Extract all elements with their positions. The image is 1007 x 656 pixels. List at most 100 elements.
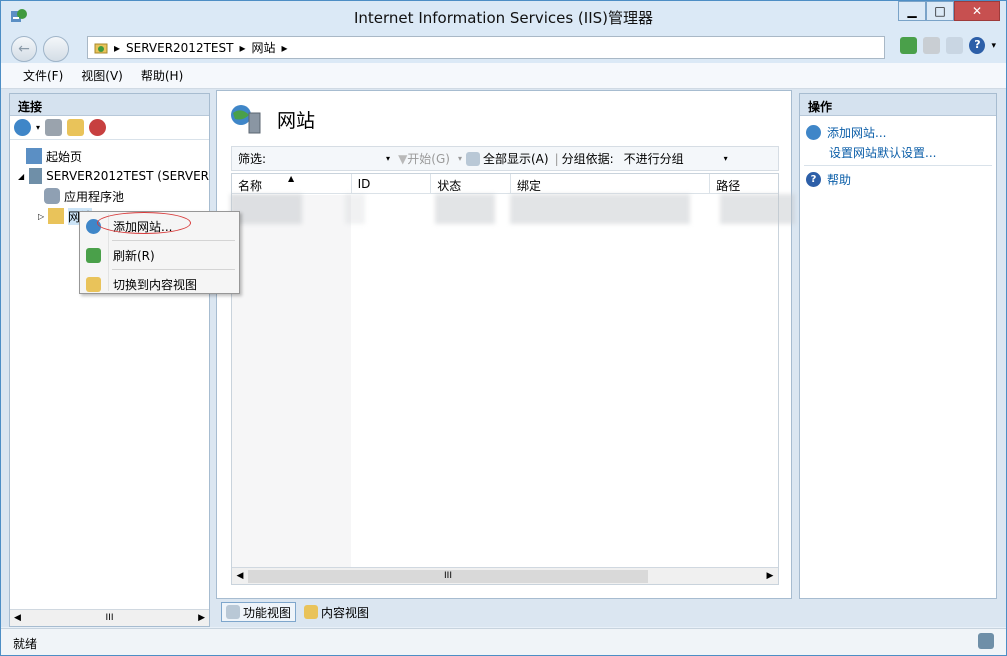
show-all-icon [465, 151, 480, 166]
breadcrumb-separator: ▸ [281, 40, 288, 55]
highlight-annotation [97, 212, 191, 234]
connections-toolbar: ▾ [10, 116, 209, 140]
start-page-icon [26, 148, 42, 164]
server-status-icon [978, 633, 994, 649]
context-menu-switch-content-view[interactable]: 切换到内容视图 [80, 271, 239, 297]
sites-table: 名称 ▲ ID 状态 绑定 路径 ◀ III ▶ [231, 173, 779, 585]
content-view-icon [86, 276, 101, 292]
tree-item-label: SERVER2012TEST (SERVER [46, 169, 209, 183]
tab-features-view[interactable]: 功能视图 [221, 602, 297, 622]
add-site-action[interactable]: 添加网站... [800, 122, 996, 142]
tree-item-label: 起始页 [46, 149, 83, 164]
column-header-id[interactable]: ID [352, 174, 432, 193]
sites-folder-icon [94, 43, 108, 53]
breadcrumb[interactable]: ▸ SERVER2012TEST ▸ 网站 ▸ [87, 36, 885, 59]
funnel-icon: ▼ [398, 151, 408, 166]
group-by-select[interactable]: 不进行分组 [624, 150, 724, 167]
help-icon: ? [806, 171, 821, 187]
column-header-status[interactable]: 状态 [431, 174, 511, 193]
scroll-left-icon[interactable]: ◀ [14, 613, 21, 623]
close-button[interactable]: ✕ [954, 1, 1000, 21]
status-bar: 就绪 [1, 628, 1006, 655]
scroll-right-icon[interactable]: ▶ [762, 571, 778, 581]
scroll-left-icon[interactable]: ◀ [232, 571, 248, 581]
breadcrumb-server[interactable]: SERVER2012TEST [126, 41, 233, 55]
scroll-right-icon[interactable]: ▶ [198, 613, 205, 623]
filter-bar: 筛选: ▾ ▼ 开始(G) ▾ 全部显示(A) | 分组依据: 不进行分组 ▾ [231, 146, 779, 171]
filter-label: 筛选: [238, 152, 267, 166]
breadcrumb-separator: ▸ [114, 40, 121, 55]
sort-ascending-icon: ▲ [288, 174, 295, 183]
sites-globe-icon [231, 105, 261, 134]
actions-divider [804, 165, 992, 166]
start-filter-button[interactable]: 开始(G) [407, 150, 450, 167]
chevron-down-icon[interactable]: ▾ [724, 154, 728, 163]
refresh-icon [86, 247, 101, 263]
chevron-down-icon[interactable]: ▾ [991, 41, 996, 51]
menu-view[interactable]: 视图(V) [81, 67, 123, 84]
connections-scrollbar[interactable]: ◀ III ▶ [10, 609, 209, 626]
tree-item-start-page[interactable]: 起始页 [18, 146, 209, 166]
connect-globe-icon[interactable] [14, 119, 31, 136]
toolbar-divider: | [554, 151, 559, 166]
tree-item-server[interactable]: ◢ SERVER2012TEST (SERVER [18, 166, 209, 186]
table-row[interactable] [230, 194, 795, 228]
collapsed-arrow-icon[interactable]: ▷ [38, 212, 44, 221]
site-defaults-action[interactable]: 设置网站默认设置... [800, 142, 996, 162]
help-action[interactable]: ? 帮助 [800, 169, 996, 189]
connections-header: 连接 [10, 94, 209, 116]
chevron-down-icon[interactable]: ▾ [36, 123, 40, 132]
back-arrow-icon: ← [18, 41, 30, 57]
show-all-button[interactable]: 全部显示(A) [483, 150, 549, 167]
save-icon[interactable] [45, 119, 63, 136]
minimize-button[interactable]: ▁ [898, 1, 926, 21]
status-text: 就绪 [13, 637, 38, 651]
column-header-name[interactable]: 名称 ▲ [232, 174, 352, 193]
address-tools: ? ▾ [900, 37, 996, 54]
tree-item-label: 应用程序池 [64, 189, 125, 204]
connections-pane: 连接 ▾ 起始页 ◢ SERVER2012TEST (SERVER 应用程序池 [9, 93, 210, 627]
up-folder-icon[interactable] [67, 119, 85, 136]
maximize-button[interactable]: □ [926, 1, 954, 21]
page-title: 网站 [229, 103, 315, 135]
tab-content-view[interactable]: 内容视图 [300, 602, 373, 622]
scroll-thumb[interactable]: III [248, 569, 648, 583]
actions-header: 操作 [800, 94, 996, 116]
expanded-arrow-icon[interactable]: ◢ [18, 172, 25, 181]
breadcrumb-separator: ▸ [239, 40, 246, 55]
add-site-icon [806, 124, 821, 140]
stop-icon[interactable] [923, 37, 941, 54]
sites-pane: 网站 筛选: ▾ ▼ 开始(G) ▾ 全部显示(A) | 分组依据: 不进行分组… [216, 90, 792, 599]
breadcrumb-sites[interactable]: 网站 [251, 39, 275, 56]
context-menu-refresh[interactable]: 刷新(R) [80, 242, 239, 268]
group-by-label: 分组依据: [561, 152, 614, 166]
window-title: Internet Information Services (IIS)管理器 [353, 9, 654, 27]
title-bar: Internet Information Services (IIS)管理器 ▁… [1, 1, 1006, 32]
window-controls: ▁ □ ✕ [898, 1, 1000, 21]
back-button[interactable]: ← [11, 36, 37, 62]
refresh-icon[interactable] [900, 37, 918, 54]
table-scrollbar[interactable]: ◀ III ▶ [232, 567, 778, 584]
sites-folder-icon [48, 208, 64, 224]
view-tabs: 功能视图 内容视图 [221, 602, 373, 624]
help-icon[interactable]: ? [969, 37, 986, 54]
tree-item-app-pools[interactable]: 应用程序池 [18, 186, 209, 206]
menu-help[interactable]: 帮助(H) [141, 67, 183, 84]
app-pool-icon [44, 188, 60, 204]
scroll-thumb[interactable]: III [106, 613, 114, 623]
column-header-path[interactable]: 路径 [710, 174, 778, 193]
column-header-binding[interactable]: 绑定 [511, 174, 711, 193]
features-view-icon [226, 605, 240, 619]
disconnect-icon[interactable] [89, 119, 107, 136]
home-icon[interactable] [946, 37, 964, 54]
chevron-down-icon[interactable]: ▾ [458, 154, 462, 163]
address-bar: ← ▸ SERVER2012TEST ▸ 网站 ▸ ? ▾ [1, 32, 1006, 63]
table-header: 名称 ▲ ID 状态 绑定 路径 [232, 174, 778, 194]
server-icon [28, 168, 43, 184]
chevron-down-icon[interactable]: ▾ [386, 154, 390, 163]
page-title-text: 网站 [277, 109, 316, 132]
menu-file[interactable]: 文件(F) [23, 67, 63, 84]
forward-button[interactable] [43, 36, 69, 62]
content-view-icon [304, 605, 319, 619]
actions-pane: 操作 添加网站... 设置网站默认设置... ? 帮助 [799, 93, 997, 599]
